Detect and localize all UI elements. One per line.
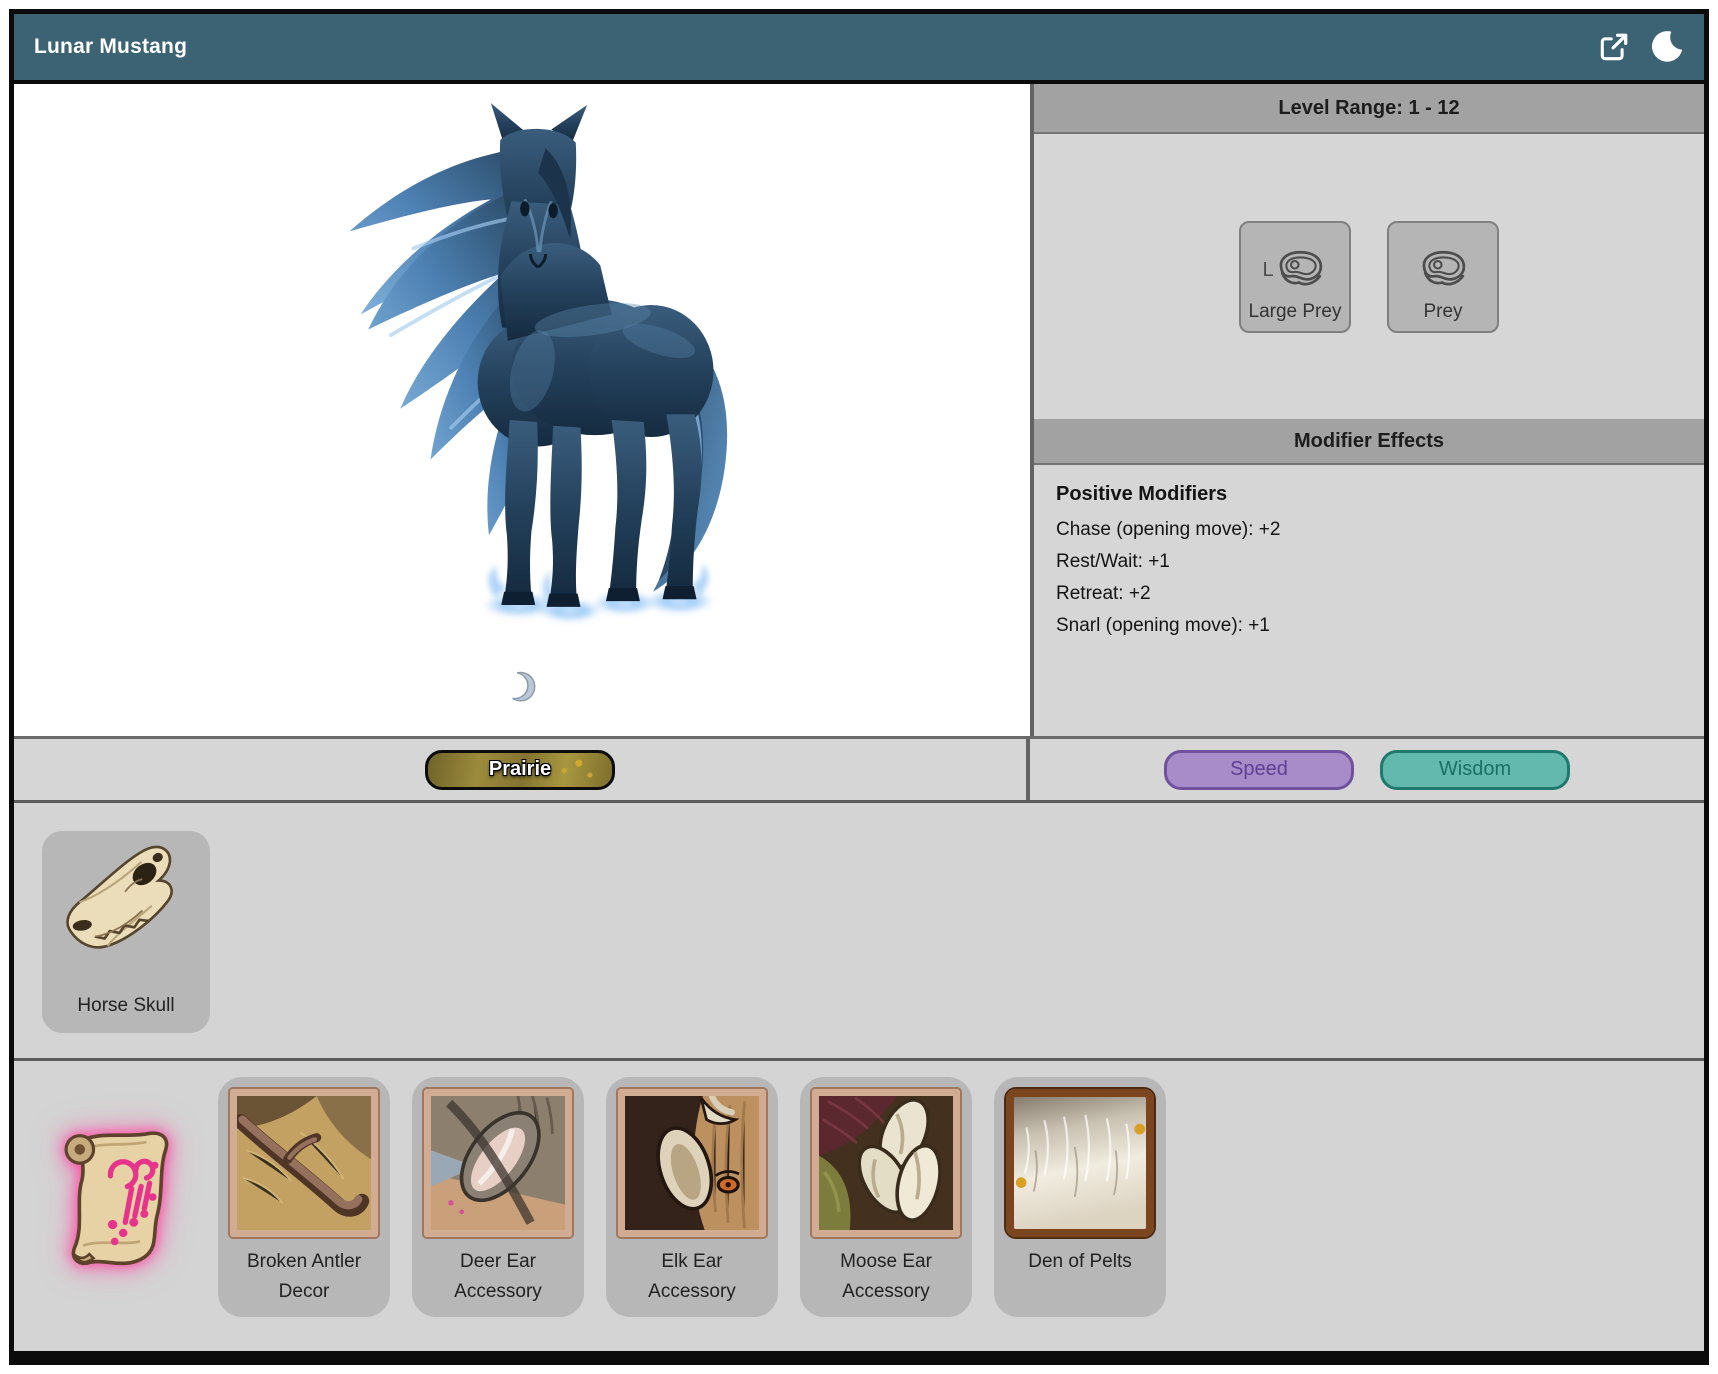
external-link-icon[interactable] [1596,29,1632,65]
craft-item-deer-ear-accessory[interactable]: Deer Ear Accessory [412,1077,584,1317]
broken-antler-decor-image [230,1089,378,1237]
large-prey-button[interactable]: L Large Prey [1239,221,1351,333]
creature-pane [14,84,1030,736]
deer-ear-accessory-image [424,1089,572,1237]
info-panel: Level Range: 1 - 12 L Large Prey [1030,84,1704,736]
den-of-pelts-image [1006,1089,1154,1237]
lunar-mustang-image [287,88,757,654]
buttons-strip: Prairie Speed Wisdom [14,736,1704,800]
craftables-section: Broken Antler Decor [14,1058,1704,1351]
modifier-effects-header: Modifier Effects [1034,419,1704,465]
craft-item-label: Broken Antler Decor [230,1247,378,1307]
modifier-line: Chase (opening move): +2 [1056,514,1682,546]
titlebar: Lunar Mustang [14,14,1704,84]
moon-icon[interactable] [1648,29,1684,65]
scroll-icon[interactable] [50,1123,190,1271]
prey-button-label: Large Prey [1249,301,1342,323]
craft-item-elk-ear-accessory[interactable]: Elk Ear Accessory [606,1077,778,1317]
page: Lunar Mustang [0,0,1718,1374]
titlebar-icons [1596,29,1684,65]
modifier-line: Retreat: +2 [1056,578,1682,610]
craft-item-den-of-pelts[interactable]: Den of Pelts [994,1077,1166,1317]
craft-item-label: Den of Pelts [1028,1247,1132,1277]
steak-icon [1415,247,1471,295]
page-title: Lunar Mustang [34,35,187,59]
drop-item-label: Horse Skull [77,991,174,1021]
prey-button[interactable]: Prey [1387,221,1499,333]
main-row: Level Range: 1 - 12 L Large Prey [14,84,1704,736]
craft-item-label: Moose Ear Accessory [812,1247,960,1307]
craft-item-broken-antler-decor[interactable]: Broken Antler Decor [218,1077,390,1317]
prey-button-label: Prey [1423,301,1462,323]
craft-item-moose-ear-accessory[interactable]: Moose Ear Accessory [800,1077,972,1317]
modifier-effects-content: Positive Modifiers Chase (opening move):… [1034,465,1704,736]
biome-button-prairie[interactable]: Prairie [425,750,615,790]
prey-area: L Large Prey [1034,134,1704,419]
encounter-window: Lunar Mustang [9,9,1709,1365]
drops-section: Horse Skull [14,800,1704,1058]
level-range-header: Level Range: 1 - 12 [1034,84,1704,134]
stat-button-speed[interactable]: Speed [1164,750,1354,790]
elk-ear-accessory-image [618,1089,766,1237]
steak-icon [1272,247,1328,295]
drop-item-horse-skull[interactable]: Horse Skull [42,831,210,1033]
crescent-moon-icon [505,670,539,704]
positive-modifiers-heading: Positive Modifiers [1056,483,1682,506]
craft-item-label: Elk Ear Accessory [618,1247,766,1307]
craft-item-label: Deer Ear Accessory [424,1247,572,1307]
stat-button-wisdom[interactable]: Wisdom [1380,750,1570,790]
moose-ear-accessory-image [812,1089,960,1237]
modifier-line: Rest/Wait: +1 [1056,546,1682,578]
modifier-line: Snarl (opening move): +1 [1056,610,1682,642]
creature-stage [287,84,757,704]
horse-skull-image [51,839,201,979]
